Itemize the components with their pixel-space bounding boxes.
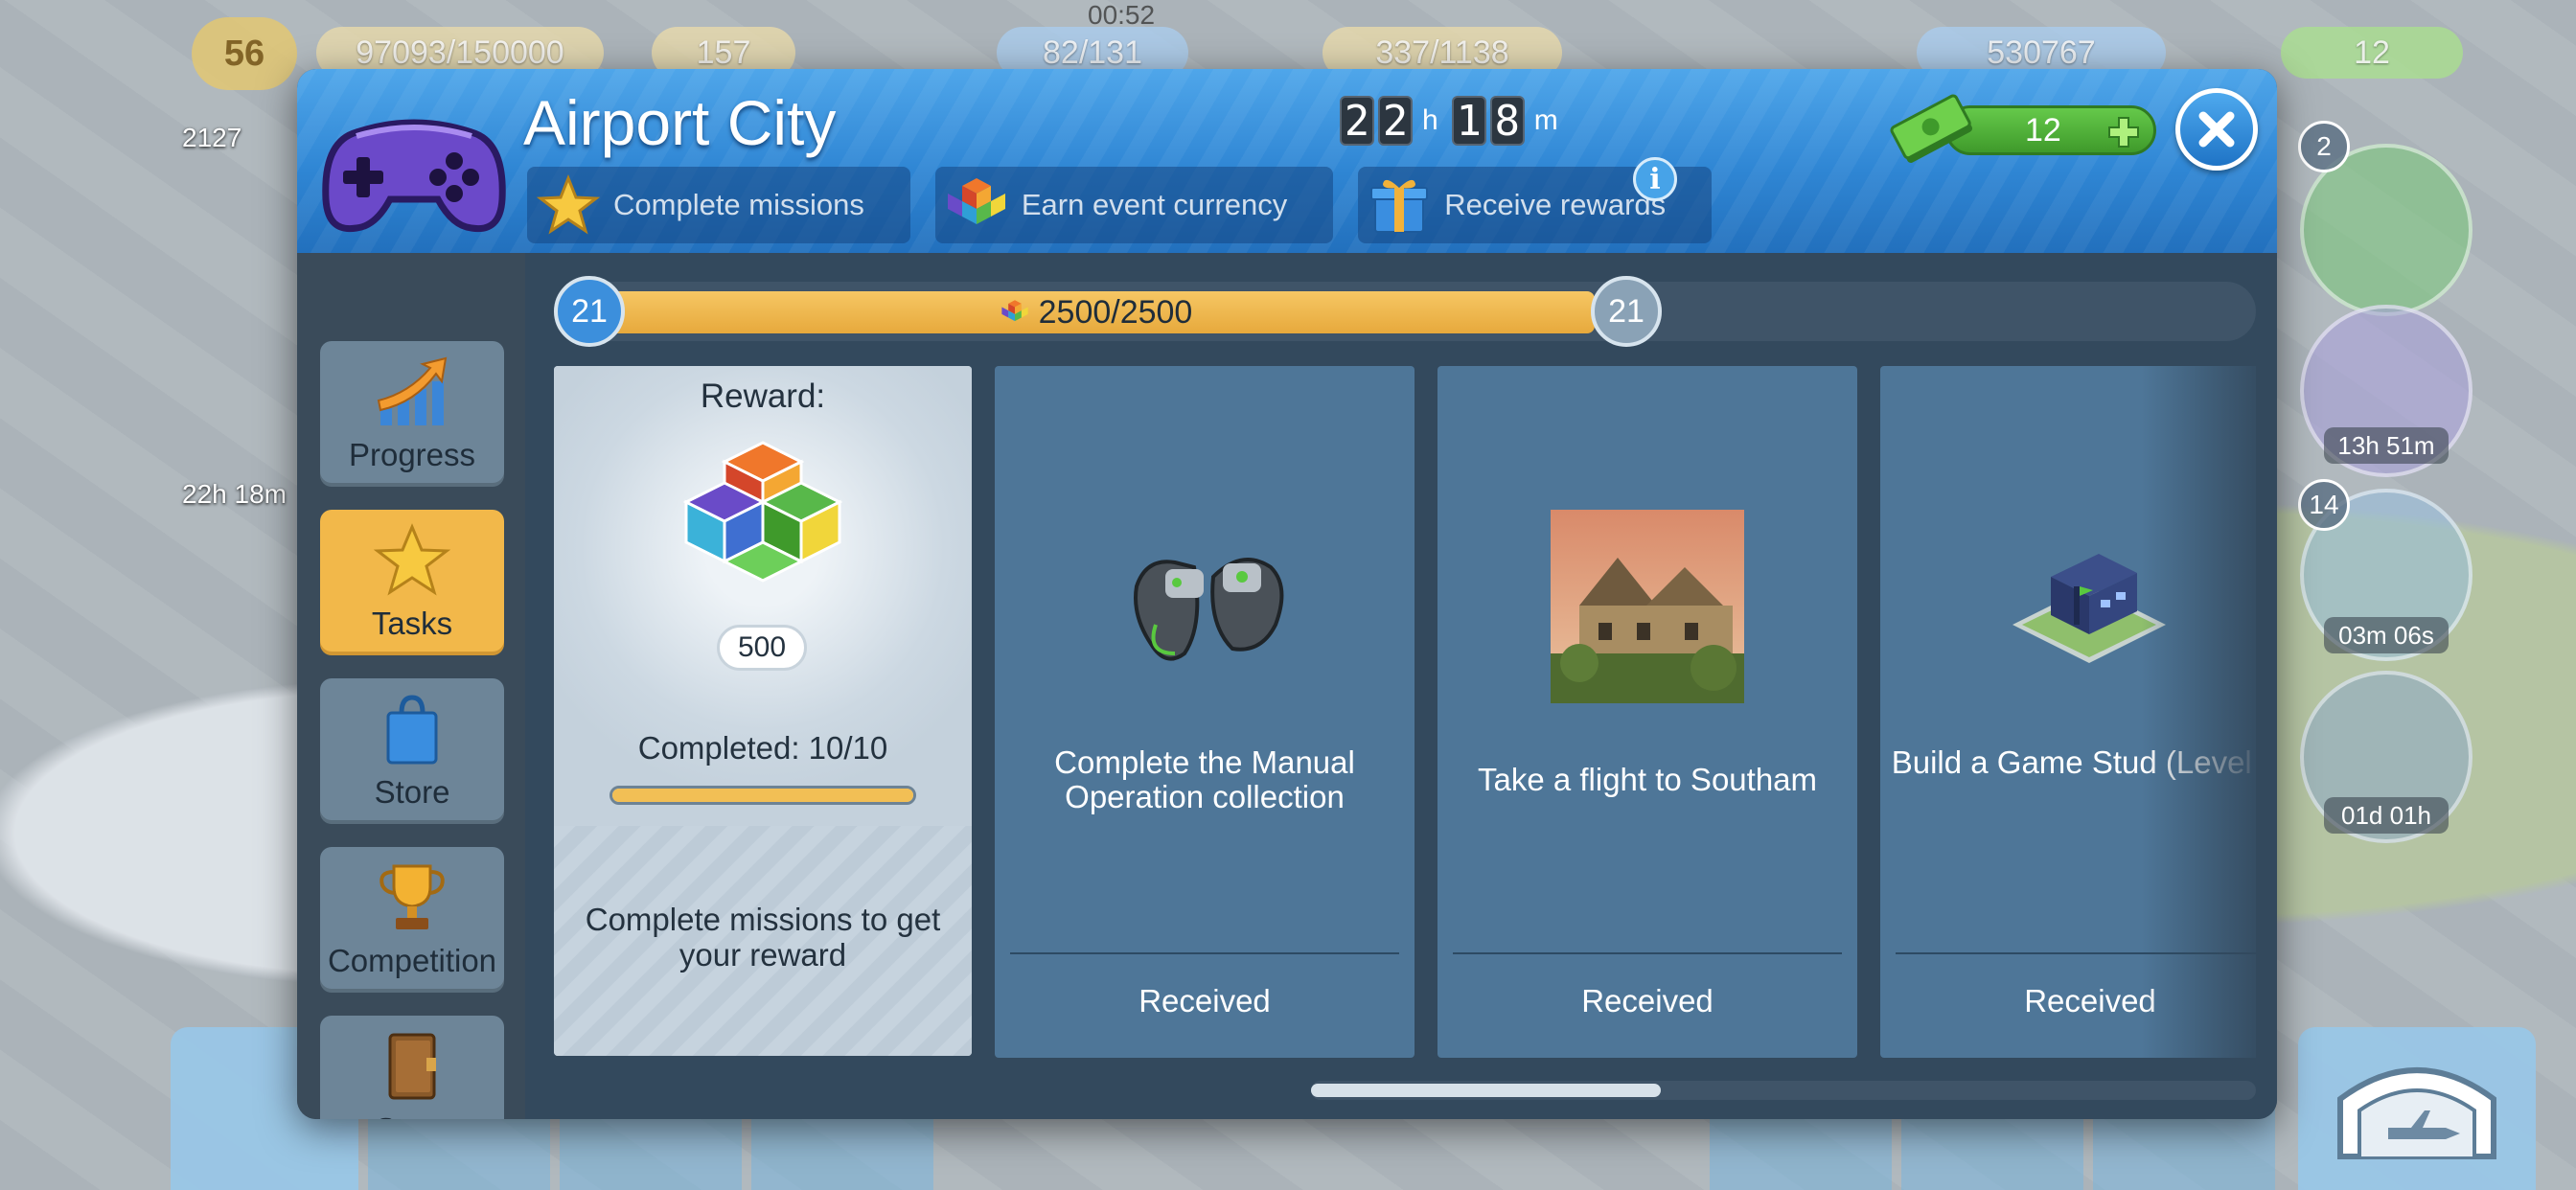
- timer-minutes-digit: 1: [1451, 96, 1486, 146]
- player-level-badge[interactable]: 56: [192, 17, 297, 90]
- close-button[interactable]: [2175, 88, 2258, 171]
- event-timer: 2 2 h 1 8 m: [1340, 96, 1568, 146]
- reward-description: Complete missions to get your reward: [585, 902, 941, 973]
- step-label: Earn event currency: [1021, 188, 1288, 221]
- sidebar-item-story[interactable]: Story: [320, 1016, 504, 1119]
- southam-cottage-photo: [1551, 510, 1744, 703]
- timer-hours-digit: 2: [1340, 96, 1374, 146]
- timer-minutes-digit: 8: [1489, 96, 1525, 146]
- hangar-button[interactable]: [2298, 1027, 2536, 1190]
- sidebar-item-label: Progress: [348, 437, 476, 472]
- gamepad-icon: [322, 119, 506, 233]
- radar-timer: 03m 06s: [2324, 617, 2449, 653]
- event-modal: Airport City 2 2 h 1 8 m 12 Complete mis…: [297, 69, 2277, 1119]
- timer-minutes-unit: m: [1533, 104, 1558, 136]
- reward-progress-fill: [612, 789, 913, 802]
- task-status: Received: [1581, 983, 1714, 1018]
- info-button[interactable]: i: [1633, 157, 1677, 201]
- sidebar-item-progress[interactable]: Progress: [320, 341, 504, 487]
- task-card[interactable]: Take a flight to Southam Received: [1438, 366, 1857, 1058]
- left-event-timer: 22h 18m: [182, 479, 287, 509]
- carousel-fade: [2141, 366, 2256, 1058]
- reward-progress-bar: [610, 786, 916, 805]
- progress-value: 2500/2500: [1038, 293, 1193, 331]
- book-icon: [388, 1033, 436, 1100]
- next-level-bubble: 21: [1591, 276, 1662, 347]
- gift-icon: [1370, 179, 1429, 233]
- sidebar-item-label: Store: [374, 774, 450, 810]
- cash-counter[interactable]: 12: [2281, 27, 2463, 79]
- reward-completed-count: Completed: 10/10: [637, 730, 888, 766]
- cash-balance-value: 12: [2025, 111, 2061, 149]
- event-steps: Complete missions Earn event currency Re…: [527, 167, 1713, 243]
- star-icon: [537, 174, 600, 235]
- rocket-timer: 13h 51m: [2324, 427, 2449, 464]
- tower-count-badge: 2: [2298, 121, 2350, 172]
- reward-card: Reward: 500 Completed: 10/10 Complete mi…: [554, 366, 972, 1056]
- close-icon: [2198, 111, 2235, 148]
- modal-title: Airport City: [523, 87, 837, 158]
- cubes-icon: [1000, 300, 1028, 322]
- carousel-scroll-thumb[interactable]: [1311, 1084, 1661, 1097]
- step-earn-currency: Earn event currency: [934, 167, 1334, 243]
- step-label: Receive rewards: [1444, 188, 1667, 221]
- task-divider: [1010, 952, 1399, 954]
- sidebar-item-tasks[interactable]: Tasks: [320, 510, 504, 655]
- star-icon: [373, 523, 451, 596]
- progress-arrow-icon: [377, 356, 448, 425]
- task-divider: [1453, 952, 1842, 954]
- tasks-panel: 2500/2500 21 21 Reward: 500 Completed: 1…: [525, 253, 2277, 1119]
- modal-header: Airport City 2 2 h 1 8 m 12 Complete mis…: [297, 69, 2277, 253]
- cash-balance[interactable]: 12: [1888, 94, 2156, 163]
- carousel-scrollbar[interactable]: [1311, 1081, 2256, 1100]
- population-counter: 2127: [182, 123, 242, 152]
- plus-icon[interactable]: [2107, 116, 2140, 149]
- timer-hours-digit: 2: [1378, 96, 1413, 146]
- task-title: Complete the Manual Operation collection: [1054, 744, 1355, 814]
- progress-label: 2500/2500: [569, 291, 1623, 333]
- step-complete-missions: Complete missions: [527, 167, 910, 243]
- cash-balance-pill: 12: [1945, 105, 2156, 155]
- gauge-timer: 01d 01h: [2324, 797, 2449, 834]
- shopping-bag-icon: [386, 695, 438, 765]
- game-controller-image: [1134, 558, 1284, 661]
- task-card[interactable]: Complete the Manual Operation collection…: [995, 366, 1414, 1058]
- step-label: Complete missions: [613, 188, 864, 221]
- task-status: Received: [1138, 983, 1271, 1018]
- reward-title: Reward:: [700, 378, 826, 415]
- modal-sidebar: Progress Tasks Store Competition: [297, 253, 525, 1119]
- current-level-bubble: 21: [554, 276, 625, 347]
- timer-hours-unit: h: [1422, 104, 1438, 136]
- cash-stack-icon: [1890, 94, 1973, 163]
- cubes-icon: [947, 178, 1005, 224]
- event-currency-cubes-icon: [682, 441, 843, 583]
- radar-count-badge: 14: [2298, 479, 2350, 531]
- event-progress-bar: 2500/2500 21 21: [554, 276, 2256, 347]
- sidebar-item-label: Competition: [327, 943, 497, 978]
- trophy-icon: [380, 864, 445, 929]
- reward-amount: 500: [717, 625, 807, 671]
- task-title: Take a flight to Southam: [1477, 762, 1818, 797]
- sidebar-item-store[interactable]: Store: [320, 678, 504, 824]
- sidebar-item-label: Tasks: [371, 606, 453, 641]
- sidebar-item-competition[interactable]: Competition: [320, 847, 504, 993]
- tasks-carousel[interactable]: Complete the Manual Operation collection…: [995, 366, 2256, 1058]
- hangar-icon: [2337, 1067, 2496, 1159]
- sidebar-item-label: Story: [375, 1111, 448, 1119]
